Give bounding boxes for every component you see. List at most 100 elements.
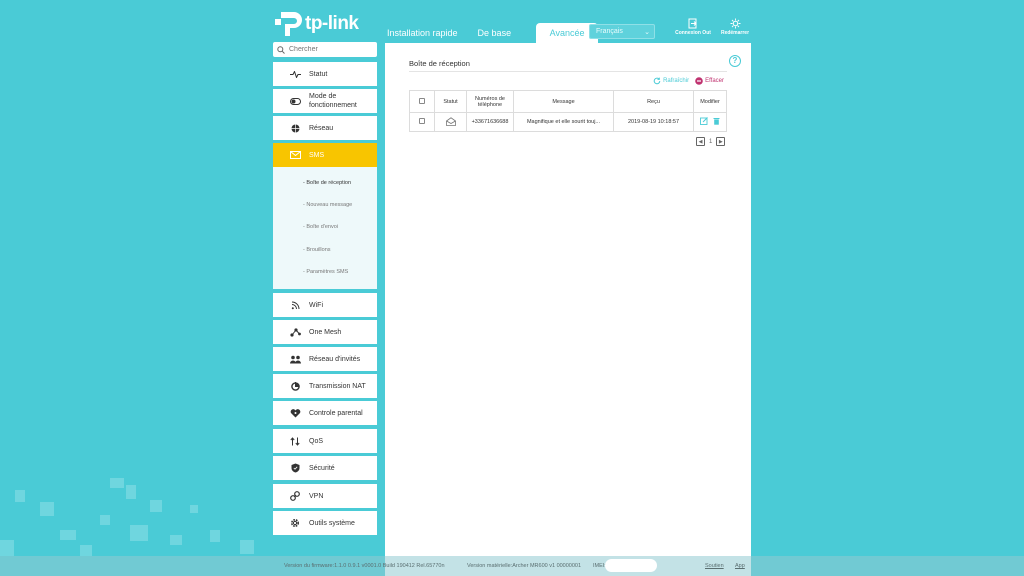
table-row[interactable]: +33671636688 Magnifique et elle sourit t… xyxy=(409,112,727,132)
footer: Version du firmware:1.1.0 0.9.1 v0001.0 … xyxy=(0,556,1024,576)
parental-icon xyxy=(290,408,300,417)
tab-installation-rapide[interactable]: Installation rapide xyxy=(378,23,467,43)
next-page-button[interactable]: ▶ xyxy=(716,137,726,146)
refresh-button[interactable]: Rafraîchir xyxy=(653,77,689,85)
row-message: Magnifique et elle sourit touj... xyxy=(513,112,614,132)
guests-icon xyxy=(289,355,301,363)
sidebar-item-statut[interactable]: Statut xyxy=(273,62,377,86)
main-panel: Boîte de réception ? Rafraîchir Effacer … xyxy=(385,43,751,576)
reboot-icon xyxy=(730,18,740,29)
refresh-icon xyxy=(653,77,661,85)
redacted-imei xyxy=(605,559,657,572)
sidebar-item-label: SMS xyxy=(309,151,325,159)
col-phone: Numéros de téléphone xyxy=(466,90,514,113)
logout-label: Connexion Out xyxy=(675,30,711,36)
row-phone: +33671636688 xyxy=(466,112,514,132)
submenu-item-inbox[interactable]: - Boîte de réception xyxy=(303,180,351,186)
sms-submenu: - Boîte de réception - Nouveau message -… xyxy=(273,167,377,289)
tp-link-mark-icon xyxy=(275,12,302,36)
chevron-down-icon: ⌄ xyxy=(644,29,650,36)
current-page: 1 xyxy=(709,138,713,145)
qos-icon xyxy=(290,436,300,446)
sidebar-item-label: WiFi xyxy=(309,301,323,309)
gear-icon xyxy=(290,518,300,528)
sidebar-item-security[interactable]: Sécurité xyxy=(273,456,377,480)
sidebar-item-label: Transmission NAT xyxy=(309,382,366,390)
table-header-row: Statut Numéros de téléphone Message Reçu… xyxy=(409,90,727,113)
sidebar-item-wifi[interactable]: WiFi xyxy=(273,293,377,317)
sidebar-item-mode[interactable]: Mode de fonctionnement xyxy=(273,89,377,113)
col-message: Message xyxy=(513,90,614,113)
globe-icon xyxy=(291,124,299,132)
row-status-cell xyxy=(434,112,467,132)
envelope-open-icon xyxy=(445,116,456,126)
sidebar-item-label: VPN xyxy=(309,492,324,500)
col-edit: Modifier xyxy=(693,90,727,113)
sidebar-item-label: Statut xyxy=(309,70,328,78)
col-status: Statut xyxy=(434,90,467,113)
sidebar-item-parental[interactable]: Controle parental xyxy=(273,401,377,425)
edit-icon[interactable] xyxy=(699,117,708,125)
sidebar-item-label: QoS xyxy=(309,437,324,445)
search-icon xyxy=(277,45,285,54)
toggle-icon xyxy=(289,97,301,105)
brand-name: tp-link xyxy=(305,13,359,34)
envelope-icon xyxy=(289,151,301,159)
table-actions: Rafraîchir Effacer xyxy=(653,77,724,85)
title-divider xyxy=(409,71,727,72)
delete-button[interactable]: Effacer xyxy=(695,77,724,85)
help-icon[interactable]: ? xyxy=(729,55,741,67)
sidebar-item-label: Réseau d'invités xyxy=(309,355,361,363)
submenu-item-sms-settings[interactable]: - Paramètres SMS xyxy=(303,269,348,275)
delete-label: Effacer xyxy=(705,78,724,84)
logout-button[interactable]: Connexion Out xyxy=(671,18,715,36)
submenu-item-outbox[interactable]: - Boîte d'envoi xyxy=(303,224,338,230)
firmware-version: Version du firmware:1.1.0 0.9.1 v0001.0 … xyxy=(284,563,445,569)
wifi-icon xyxy=(291,301,299,309)
sidebar-item-label: Réseau xyxy=(309,124,334,132)
pulse-icon xyxy=(289,70,301,78)
refresh-label: Rafraîchir xyxy=(663,78,690,84)
sidebar-item-system-tools[interactable]: Outils système xyxy=(273,511,377,535)
col-received: Reçu xyxy=(613,90,694,113)
minus-circle-icon xyxy=(695,77,703,85)
page-title: Boîte de réception xyxy=(409,59,470,68)
pagination: ◀ 1 ▶ xyxy=(696,137,726,146)
vpn-icon xyxy=(290,491,300,501)
top-tabs: Installation rapide De base Avancée xyxy=(378,23,599,43)
submenu-item-new-message[interactable]: - Nouveau message xyxy=(303,202,352,208)
sidebar-item-label: Outils système xyxy=(309,519,355,527)
shield-icon xyxy=(291,463,299,473)
background-pattern xyxy=(0,0,260,576)
language-value: Français xyxy=(596,28,623,35)
mesh-icon xyxy=(289,327,301,337)
select-all-checkbox[interactable] xyxy=(419,97,425,104)
sidebar-item-vpn[interactable]: VPN xyxy=(273,484,377,508)
tab-de-base[interactable]: De base xyxy=(469,23,521,43)
sidebar-item-label: Sécurité xyxy=(309,464,335,472)
row-edit-cell xyxy=(693,112,727,132)
support-link[interactable]: Soutien xyxy=(705,563,724,569)
app-link[interactable]: App xyxy=(735,563,745,569)
sidebar-item-label: Mode de fonctionnement xyxy=(309,93,357,109)
reboot-button[interactable]: Redémarrer xyxy=(713,18,757,36)
sidebar-item-sms[interactable]: SMS xyxy=(273,143,377,167)
sidebar-item-label: Controle parental xyxy=(309,409,363,417)
row-received: 2019-08-19 10:18:57 xyxy=(613,112,694,132)
sidebar-item-guest-network[interactable]: Réseau d'invités xyxy=(273,347,377,371)
sidebar-item-reseau[interactable]: Réseau xyxy=(273,116,377,140)
search-input[interactable] xyxy=(289,46,369,53)
reboot-label: Redémarrer xyxy=(720,30,750,36)
sidebar-item-nat[interactable]: Transmission NAT xyxy=(273,374,377,398)
inbox-table: Statut Numéros de téléphone Message Reçu… xyxy=(409,90,727,132)
sidebar-item-qos[interactable]: QoS xyxy=(273,429,377,453)
logout-icon xyxy=(688,18,697,29)
submenu-item-drafts[interactable]: - Brouillons xyxy=(303,247,331,253)
language-select[interactable]: Français ⌄ xyxy=(589,24,655,39)
row-checkbox[interactable] xyxy=(419,118,425,124)
sidebar-item-one-mesh[interactable]: One Mesh xyxy=(273,320,377,344)
select-all-cell xyxy=(409,90,435,113)
prev-page-button[interactable]: ◀ xyxy=(696,137,705,146)
trash-icon[interactable] xyxy=(713,117,720,125)
row-select-cell xyxy=(409,112,435,132)
